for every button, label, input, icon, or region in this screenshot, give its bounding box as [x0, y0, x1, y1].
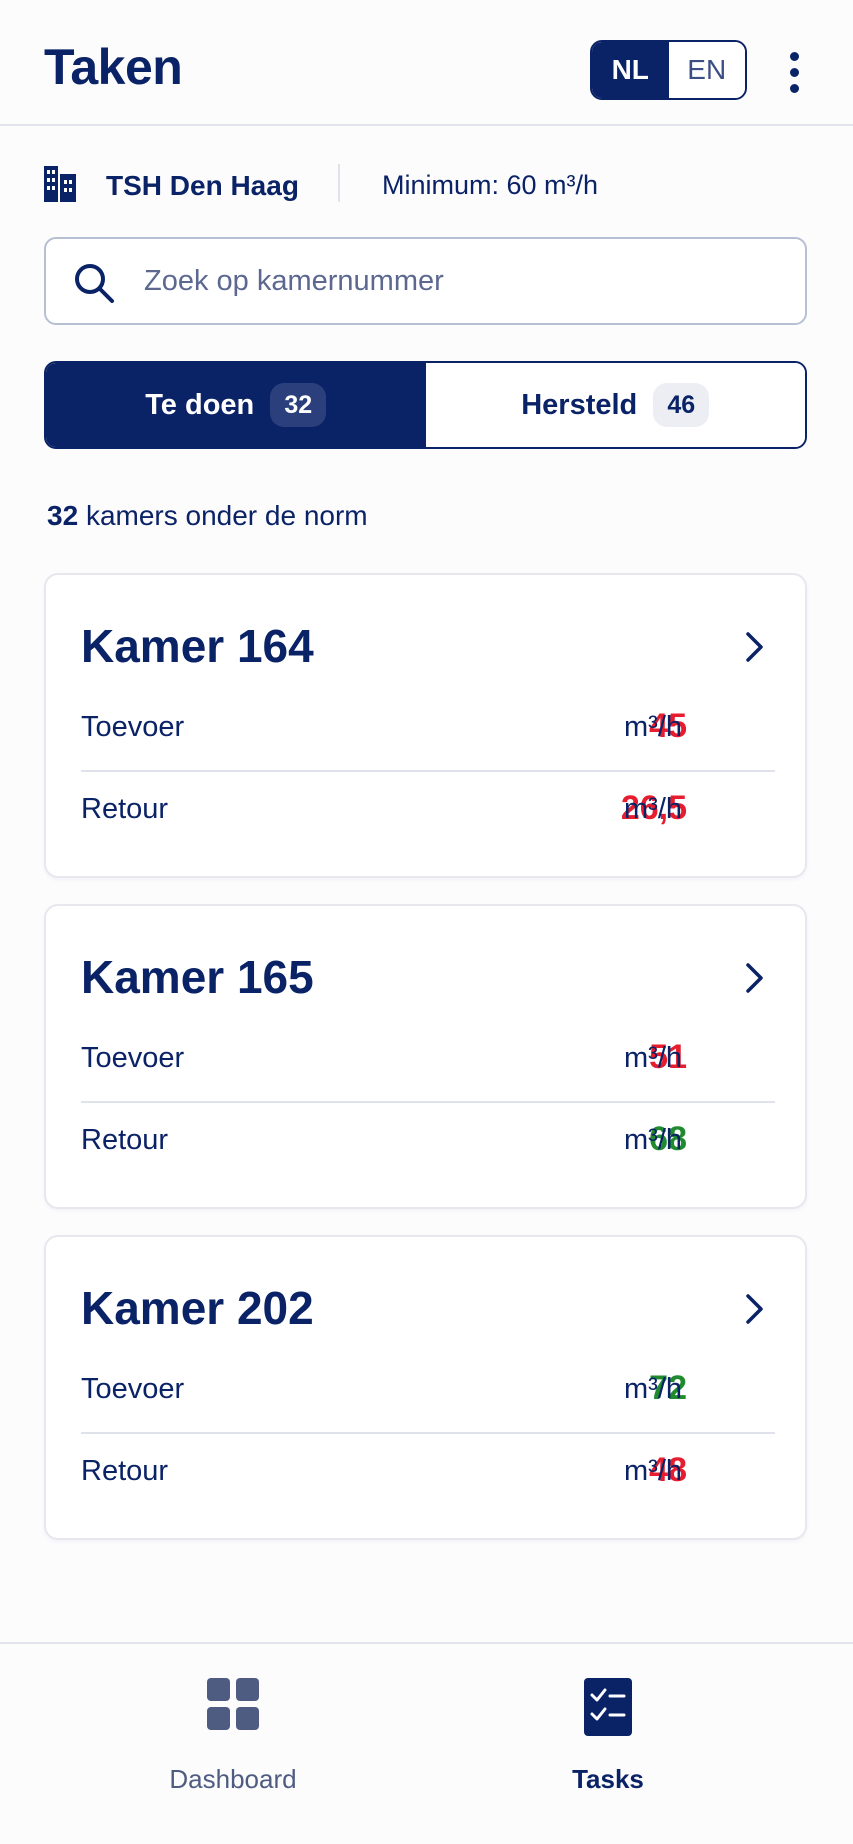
chevron-right-icon	[746, 632, 763, 662]
nav-tasks[interactable]: Tasks	[498, 1678, 718, 1808]
language-toggle: NL EN	[590, 40, 747, 100]
search-box	[44, 237, 807, 325]
top-bar: Taken NL EN	[0, 0, 853, 126]
tab-count-badge: 46	[653, 383, 710, 427]
return-unit: m³/h	[624, 793, 682, 825]
site-name: TSH Den Haag	[106, 170, 299, 201]
supply-unit: m³/h	[624, 1373, 682, 1405]
room-title: Kamer 164	[81, 620, 314, 672]
tab-hersteld[interactable]: Hersteld 46	[425, 363, 805, 447]
building-icon	[44, 166, 76, 202]
page-title: Taken	[44, 39, 183, 95]
search-icon	[75, 264, 114, 303]
return-label: Retour	[81, 793, 169, 825]
tab-te-doen[interactable]: Te doen 32	[46, 363, 426, 447]
return-unit: m³/h	[624, 1455, 682, 1487]
return-label: Retour	[81, 1455, 169, 1487]
site-divider	[338, 164, 340, 202]
supply-unit: m³/h	[624, 1042, 682, 1074]
chevron-right-icon	[746, 963, 763, 993]
nav-tasks-label: Tasks	[572, 1764, 644, 1794]
card-divider	[81, 1432, 775, 1434]
rooms-summary: 32 kamers onder de norm	[47, 500, 368, 532]
room-title: Kamer 202	[81, 1282, 314, 1334]
supply-label: Toevoer	[81, 1373, 185, 1405]
search-input[interactable]	[144, 241, 784, 321]
return-label: Retour	[81, 1124, 169, 1156]
minimum-flow-label: Minimum: 60 m³/h	[382, 170, 599, 200]
card-divider	[81, 770, 775, 772]
tasks-checklist-icon	[584, 1678, 632, 1736]
supply-unit: m³/h	[624, 711, 682, 743]
room-card[interactable]: Kamer 165 Toevoer 51 m³/h Retour 68 m³/h	[44, 904, 807, 1209]
app-root: Taken NL EN TSH Den Haag Minimum: 60 m³/…	[0, 0, 853, 1844]
card-divider	[81, 1101, 775, 1103]
status-tabs: Te doen 32 Hersteld 46	[44, 361, 807, 449]
nav-dashboard[interactable]: Dashboard	[123, 1678, 343, 1808]
supply-label: Toevoer	[81, 1042, 185, 1074]
tab-label: Hersteld	[521, 388, 638, 421]
supply-label: Toevoer	[81, 711, 185, 743]
nav-dashboard-label: Dashboard	[169, 1764, 297, 1794]
bottom-navigation: Dashboard Tasks	[0, 1642, 853, 1844]
site-info: TSH Den Haag Minimum: 60 m³/h	[44, 160, 814, 210]
language-nl-button[interactable]: NL	[592, 42, 669, 98]
more-vertical-icon[interactable]	[775, 42, 813, 102]
room-card[interactable]: Kamer 164 Toevoer 45 m³/h Retour 26,5 m³…	[44, 573, 807, 878]
chevron-right-icon	[746, 1294, 763, 1324]
room-card[interactable]: Kamer 202 Toevoer 72 m³/h Retour 48 m³/h	[44, 1235, 807, 1540]
tab-count-badge: 32	[270, 383, 327, 427]
room-title: Kamer 165	[81, 951, 314, 1003]
language-en-button[interactable]: EN	[668, 42, 745, 98]
rooms-count: 32	[47, 500, 79, 531]
return-unit: m³/h	[624, 1124, 682, 1156]
tab-label: Te doen	[145, 388, 255, 421]
rooms-summary-text: kamers onder de norm	[85, 500, 368, 531]
dashboard-grid-icon	[207, 1678, 259, 1730]
